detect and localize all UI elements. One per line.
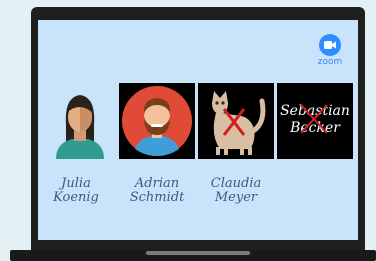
participant-tile-claudia[interactable] bbox=[198, 83, 274, 159]
woman-avatar-icon bbox=[56, 95, 104, 159]
zoom-logo-text: zoom bbox=[317, 57, 343, 67]
participant-name-adrian: Adrian Schmidt bbox=[129, 176, 185, 205]
participant-tile-julia[interactable] bbox=[42, 83, 118, 159]
participant-name-julia: Julia Koenig bbox=[53, 176, 99, 205]
video-camera-icon bbox=[319, 34, 341, 56]
cross-out-mark bbox=[300, 104, 328, 134]
participant-tile-adrian[interactable] bbox=[119, 83, 195, 159]
laptop-base-notch bbox=[146, 251, 250, 255]
participant-tile-sebastian[interactable]: Sebastian Becker bbox=[277, 83, 353, 159]
bearded-man-avatar-icon bbox=[122, 86, 192, 156]
zoom-logo: zoom bbox=[312, 34, 348, 68]
cat-photo bbox=[212, 91, 266, 155]
participant-name-claudia: Claudia Meyer bbox=[210, 176, 262, 205]
